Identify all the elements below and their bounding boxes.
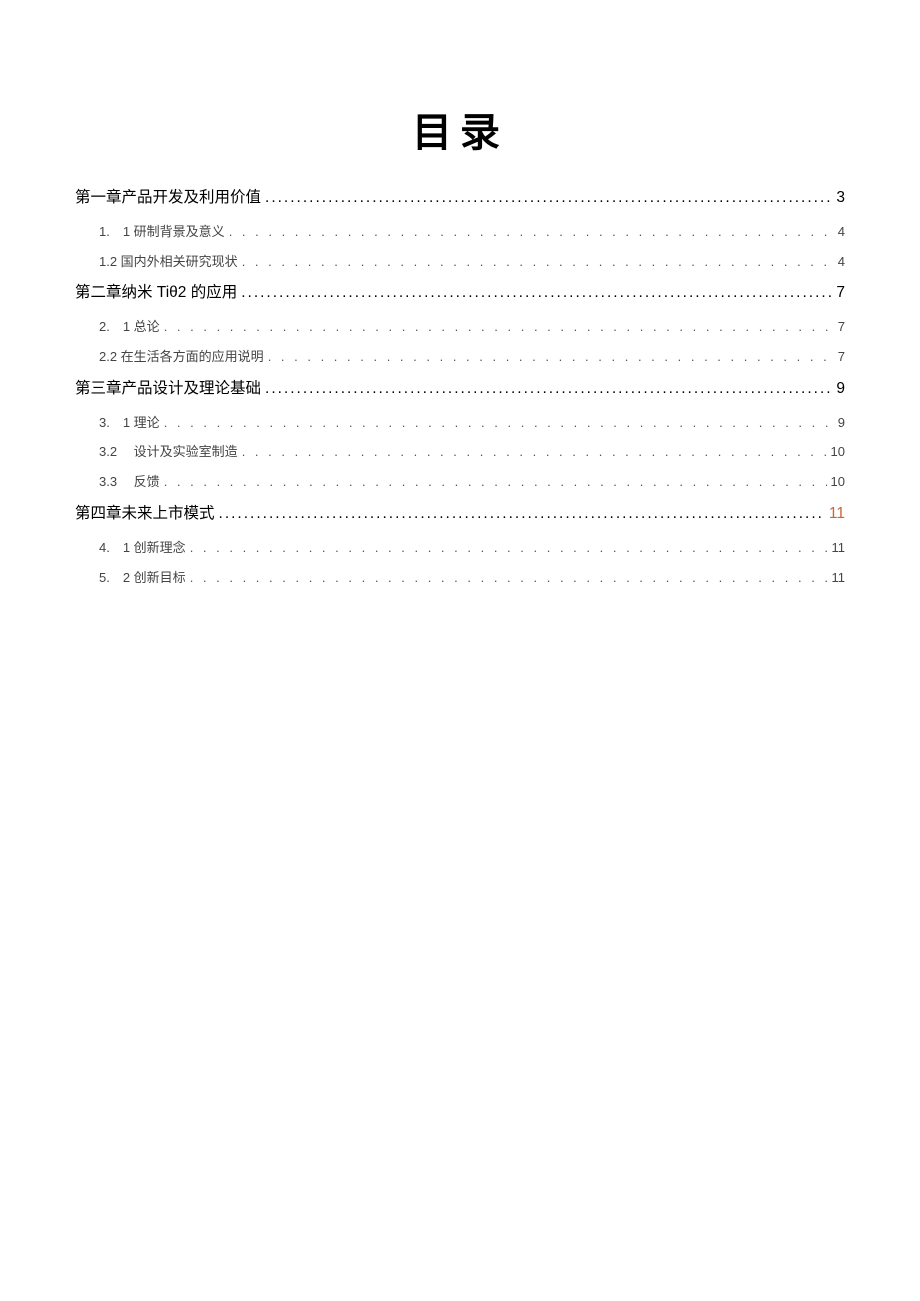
toc-entry-page: 7 (836, 281, 845, 306)
toc-entry-page: 4 (838, 222, 845, 243)
toc-entry-label: 3. 1 理论 (99, 413, 160, 434)
toc-entry-page: 9 (836, 377, 845, 402)
toc-entry-label: 2. 1 总论 (99, 317, 160, 338)
toc-entry-label: 第一章产品开发及利用价值 (75, 186, 261, 211)
toc-entry-page: 3 (836, 186, 845, 211)
toc-leader-dots: ........................................… (265, 377, 832, 402)
toc-entry[interactable]: 第一章产品开发及利用价值............................… (75, 186, 845, 211)
toc-leader-dots: . . . . . . . . . . . . . . . . . . . . … (164, 413, 834, 434)
toc-entry-label: 1. 1 研制背景及意义 (99, 222, 225, 243)
toc-entry-label: 2.2 在生活各方面的应用说明 (99, 347, 264, 368)
toc-entry-page: 11 (829, 502, 845, 527)
toc-entry[interactable]: 第三章产品设计及理论基础............................… (75, 377, 845, 402)
toc-entry-page: 7 (838, 347, 845, 368)
toc-entry-page: 10 (831, 442, 845, 463)
toc-entry[interactable]: 5. 2 创新目标. . . . . . . . . . . . . . . .… (75, 568, 845, 589)
toc-entry[interactable]: 3.2 设计及实验室制造. . . . . . . . . . . . . . … (75, 442, 845, 463)
toc-entry-label: 3.2 设计及实验室制造 (99, 442, 238, 463)
toc-leader-dots: . . . . . . . . . . . . . . . . . . . . … (164, 317, 834, 338)
toc-entry-label: 第三章产品设计及理论基础 (75, 377, 261, 402)
toc-entry-page: 7 (838, 317, 845, 338)
toc-entry-label: 5. 2 创新目标 (99, 568, 186, 589)
toc-entry[interactable]: 1.2 国内外相关研究现状. . . . . . . . . . . . . .… (75, 252, 845, 273)
toc-entry-label: 3.3 反馈 (99, 472, 160, 493)
toc-leader-dots: ........................................… (219, 502, 825, 527)
toc-entry-label: 第四章未来上市模式 (75, 502, 215, 527)
toc-entry-label: 4. 1 创新理念 (99, 538, 186, 559)
table-of-contents: 第一章产品开发及利用价值............................… (75, 186, 845, 588)
toc-leader-dots: ........................................… (265, 186, 832, 211)
toc-leader-dots: ........................................… (241, 281, 832, 306)
toc-entry-page: 9 (838, 413, 845, 434)
toc-entry-label: 第二章纳米 Tiθ2 的应用 (75, 281, 237, 306)
toc-entry[interactable]: 2. 1 总论. . . . . . . . . . . . . . . . .… (75, 317, 845, 338)
toc-leader-dots: . . . . . . . . . . . . . . . . . . . . … (242, 252, 834, 273)
toc-leader-dots: . . . . . . . . . . . . . . . . . . . . … (242, 442, 827, 463)
toc-leader-dots: . . . . . . . . . . . . . . . . . . . . … (229, 222, 834, 243)
toc-leader-dots: . . . . . . . . . . . . . . . . . . . . … (164, 472, 827, 493)
toc-leader-dots: . . . . . . . . . . . . . . . . . . . . … (190, 538, 828, 559)
toc-entry[interactable]: 2.2 在生活各方面的应用说明. . . . . . . . . . . . .… (75, 347, 845, 368)
toc-entry-page: 10 (831, 472, 845, 493)
toc-entry-page: 4 (838, 252, 845, 273)
toc-title: 目录 (75, 100, 845, 158)
toc-leader-dots: . . . . . . . . . . . . . . . . . . . . … (268, 347, 834, 368)
toc-entry[interactable]: 1. 1 研制背景及意义. . . . . . . . . . . . . . … (75, 222, 845, 243)
toc-leader-dots: . . . . . . . . . . . . . . . . . . . . … (190, 568, 828, 589)
toc-entry[interactable]: 第四章未来上市模式...............................… (75, 502, 845, 527)
toc-entry[interactable]: 3. 1 理论. . . . . . . . . . . . . . . . .… (75, 413, 845, 434)
toc-entry-page: 11 (832, 538, 846, 559)
toc-entry[interactable]: 4. 1 创新理念. . . . . . . . . . . . . . . .… (75, 538, 845, 559)
toc-entry[interactable]: 第二章纳米 Tiθ2 的应用..........................… (75, 281, 845, 306)
toc-entry-page: 11 (832, 568, 846, 589)
toc-entry-label: 1.2 国内外相关研究现状 (99, 252, 238, 273)
toc-entry[interactable]: 3.3 反馈. . . . . . . . . . . . . . . . . … (75, 472, 845, 493)
